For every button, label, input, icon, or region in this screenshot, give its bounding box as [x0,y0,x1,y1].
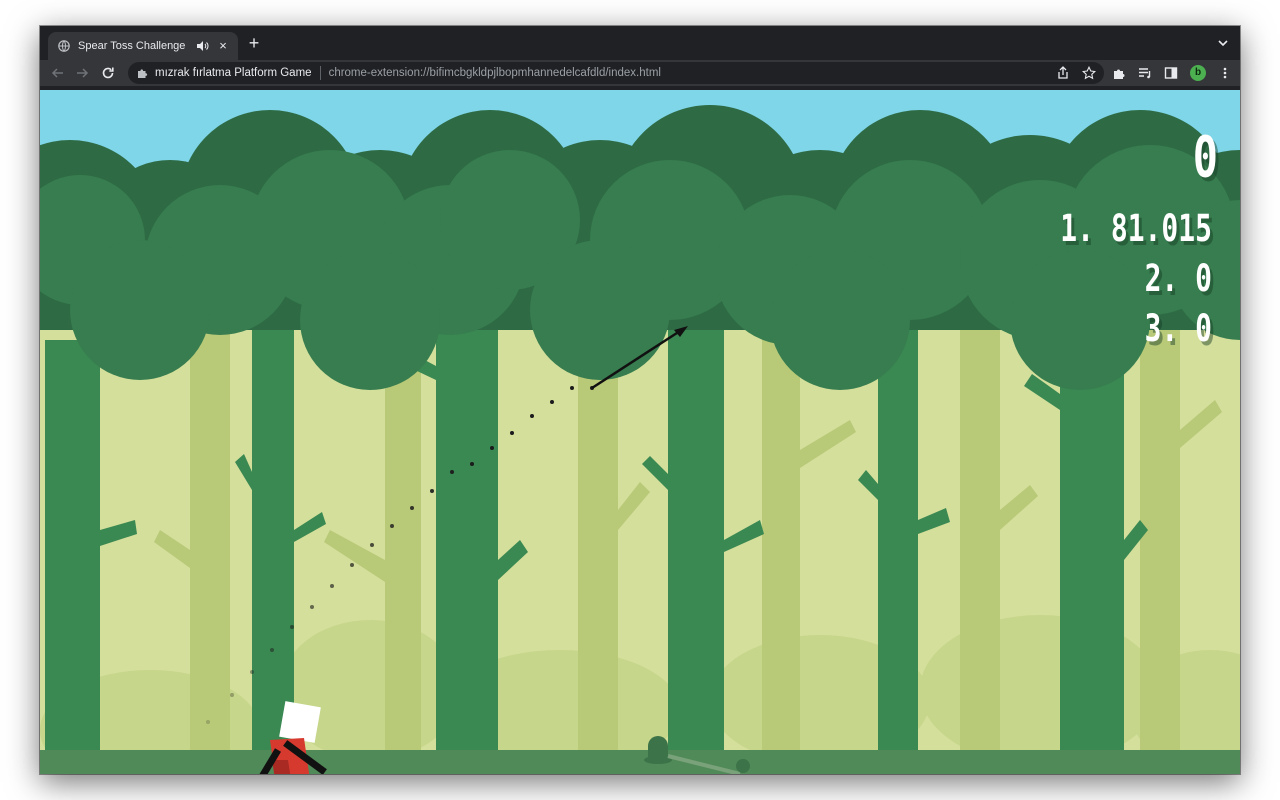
high-score-3: 3. 0 [1145,306,1212,351]
tab-search-chevron-icon[interactable] [1216,36,1230,50]
more-menu-icon[interactable] [1218,66,1232,80]
game-scene[interactable] [40,90,1240,774]
url-text: chrome-extension://bifimcbgkldpjlbopmhan… [328,67,661,79]
browser-toolbar: mızrak fırlatma Platform Game chrome-ext… [40,60,1240,86]
tab-close-icon[interactable]: × [216,39,230,53]
speaker-icon[interactable] [196,40,210,52]
high-score-3-value: 0 [1195,306,1212,351]
address-separator [319,66,321,80]
game-viewport[interactable]: 0 1. 81.015 2. 0 3. 0 [40,90,1240,774]
high-score-2-value: 0 [1195,256,1212,301]
share-icon[interactable] [1056,66,1070,80]
ground-top [40,750,1240,764]
high-score-2-rank: 2. [1144,256,1179,301]
forward-arrow-icon[interactable] [74,65,90,81]
profile-avatar[interactable]: b [1190,65,1206,81]
tab-spear-toss[interactable]: Spear Toss Challenge × [48,32,238,60]
high-score-1: 1. 81.015 [1060,206,1212,251]
tab-title: Spear Toss Challenge [78,40,186,52]
toolbar-actions: b [1112,65,1232,81]
current-distance: 0 [1192,124,1218,191]
globe-icon [58,40,70,52]
address-bar[interactable]: mızrak fırlatma Platform Game chrome-ext… [128,62,1104,84]
extensions-icon[interactable] [1112,66,1126,80]
high-score-3-rank: 3. [1144,306,1179,351]
browser-window: Spear Toss Challenge × + mızrak fırlatma… [40,26,1240,774]
high-score-1-rank: 1. [1060,206,1094,251]
reload-icon[interactable] [100,65,116,81]
extension-puzzle-icon [138,69,148,78]
side-panel-icon[interactable] [1164,66,1178,80]
high-score-2: 2. 0 [1145,256,1212,301]
site-name: mızrak fırlatma Platform Game [155,67,312,79]
back-arrow-icon[interactable] [50,65,66,81]
tab-strip: Spear Toss Challenge × + [40,26,1240,60]
media-queue-icon[interactable] [1138,66,1152,80]
new-tab-button[interactable]: + [246,34,262,52]
high-score-1-value: 81.015 [1110,206,1212,251]
bookmark-star-icon[interactable] [1082,66,1096,80]
